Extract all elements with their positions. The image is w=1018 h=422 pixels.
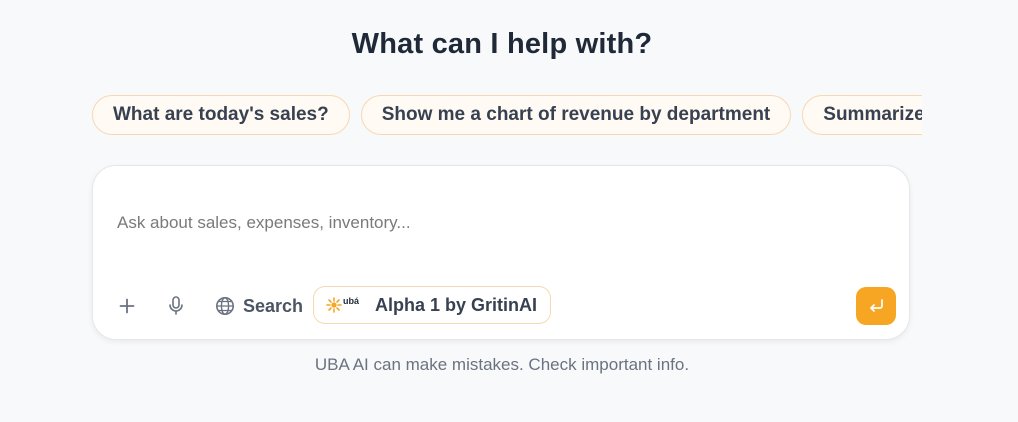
chat-input[interactable]	[117, 208, 877, 238]
suggestion-chip-revenue-chart[interactable]: Show me a chart of revenue by department	[360, 95, 792, 135]
enter-icon	[870, 299, 883, 312]
suggestion-chip-sales[interactable]: What are today's sales?	[92, 95, 350, 135]
suggestion-carousel[interactable]: What are today's sales? Show me a chart …	[92, 95, 922, 137]
model-selector[interactable]: ubá Alpha 1 by GritinAI	[313, 286, 552, 324]
web-search-button[interactable]: Search	[215, 293, 303, 319]
search-label: Search	[243, 295, 304, 316]
page-title: What can I help with?	[351, 28, 653, 60]
plus-icon	[119, 298, 135, 314]
suggestion-chip-summarize[interactable]: Summarize	[802, 95, 922, 135]
microphone-icon	[169, 296, 183, 315]
add-attachment-button[interactable]	[113, 292, 141, 320]
sun-logo-icon	[326, 297, 342, 313]
globe-icon	[216, 297, 234, 315]
disclaimer-text: UBA AI can make mistakes. Check importan…	[314, 355, 690, 374]
suggestion-list: What are today's sales? Show me a chart …	[92, 95, 922, 135]
chat-composer: Search ubá Alpha 1 by GritinAI	[92, 165, 910, 340]
model-label: Alpha 1 by GritinAI	[375, 294, 538, 315]
voice-input-button[interactable]	[165, 294, 187, 318]
send-button[interactable]	[856, 287, 896, 325]
uba-logo: ubá	[326, 296, 360, 313]
logo-text: ubá	[343, 296, 360, 306]
